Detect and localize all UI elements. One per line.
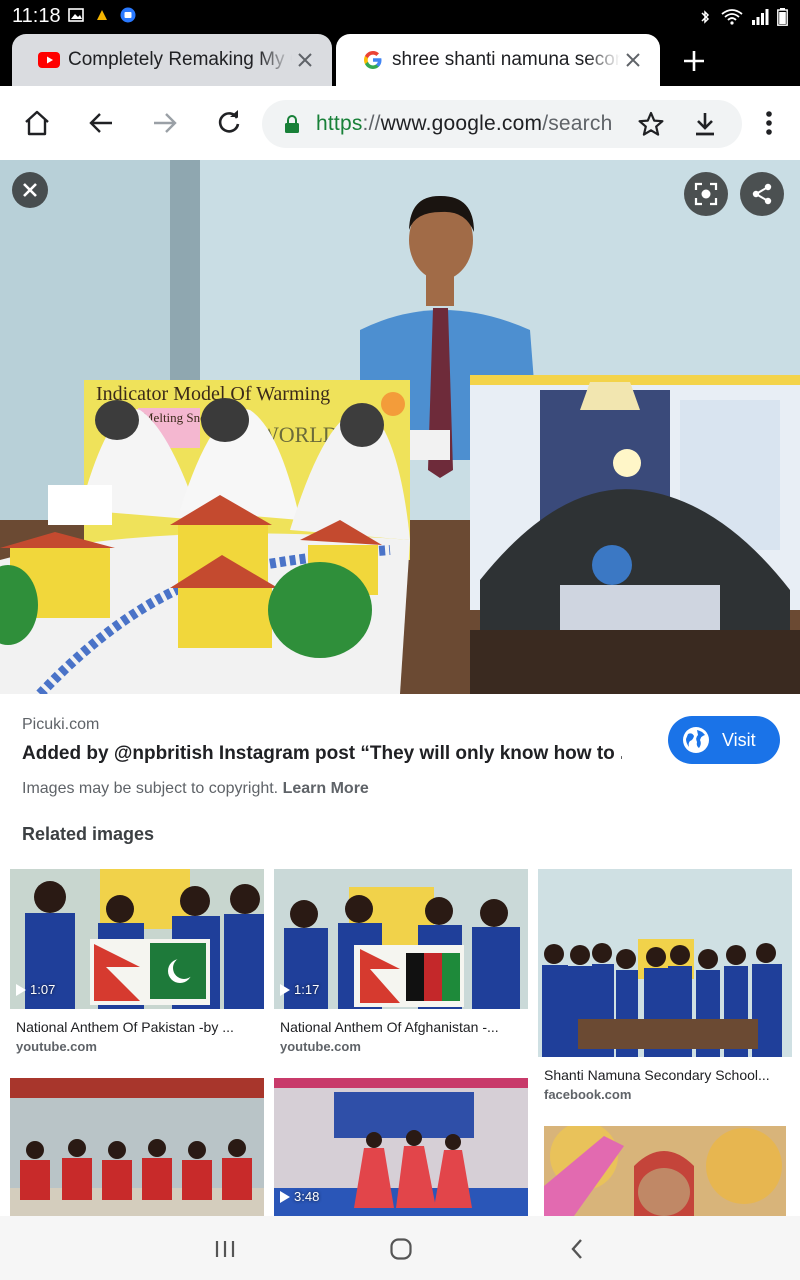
preview-photo: Indicator Model Of Warming Melting Snow … [0, 160, 800, 694]
star-icon [638, 111, 664, 136]
related-domain: youtube.com [280, 1039, 361, 1054]
url-path: /search [542, 112, 613, 135]
related-image-card[interactable]: 1:07 National Anthem Of Pakistan -by ...… [10, 869, 264, 1069]
download-button[interactable] [688, 107, 722, 141]
related-image-card[interactable] [544, 1126, 786, 1216]
related-thumbnail[interactable] [544, 1126, 786, 1216]
forward-arrow-icon [154, 113, 177, 133]
tab-google-search[interactable]: shree shanti namuna seconda [336, 34, 660, 86]
related-thumbnail[interactable]: 1:07 [10, 869, 264, 1009]
image-title[interactable]: Added by @npbritish Instagram post “They… [22, 743, 622, 765]
url-scheme: https [316, 112, 363, 135]
share-button[interactable] [740, 172, 784, 216]
close-icon [23, 183, 37, 197]
related-image-card[interactable]: 1:17 National Anthem Of Afghanistan -...… [274, 869, 528, 1069]
globe-icon [683, 727, 709, 753]
signal-icon [752, 9, 769, 25]
back-chevron-icon [571, 1239, 582, 1259]
status-right-icons [697, 8, 788, 26]
browser-toolbar: https://www.google.com/search [0, 86, 800, 160]
related-domain: youtube.com [16, 1039, 97, 1054]
google-icon [362, 49, 384, 71]
video-duration: 1:07 [16, 982, 55, 997]
learn-more-link[interactable]: Learn More [283, 780, 369, 797]
lens-icon [694, 182, 718, 206]
related-image-card[interactable]: 3:48 [274, 1078, 528, 1216]
wifi-icon [721, 9, 743, 25]
recent-apps-button[interactable] [205, 1234, 245, 1264]
related-thumbnail[interactable]: 3:48 [274, 1078, 528, 1216]
related-title: Shanti Namuna Secondary School... [544, 1067, 770, 1083]
related-thumbnail[interactable] [10, 1078, 264, 1216]
visit-button[interactable]: Visit [668, 716, 780, 764]
related-thumbnail[interactable]: 1:17 [274, 869, 528, 1009]
bookmark-button[interactable] [634, 107, 668, 141]
video-duration: 1:17 [280, 982, 319, 997]
plus-icon [684, 51, 704, 71]
recent-apps-icon [215, 1241, 235, 1257]
home-button[interactable] [20, 106, 54, 140]
share-icon [752, 183, 772, 205]
system-nav-bar [0, 1216, 800, 1280]
related-image-card[interactable] [10, 1078, 264, 1216]
url-text: https://www.google.com/search [316, 112, 628, 136]
video-duration: 3:48 [280, 1189, 319, 1204]
close-preview-button[interactable] [12, 172, 48, 208]
copyright-notice: Images may be subject to copyright. Lear… [22, 780, 369, 798]
image-icon [68, 8, 84, 22]
thumbnail-photo [10, 1078, 264, 1216]
thumbnail-photo [538, 869, 792, 1057]
home-icon [25, 110, 49, 136]
related-image-card[interactable]: Shanti Namuna Secondary School... facebo… [538, 869, 792, 1109]
related-domain: facebook.com [544, 1087, 632, 1102]
image-preview[interactable]: Indicator Model Of Warming Melting Snow … [0, 160, 800, 694]
new-tab-button[interactable] [676, 46, 712, 76]
source-domain[interactable]: Picuki.com [22, 716, 99, 734]
tab-strip: Completely Remaking My Ga shree shanti n… [0, 34, 800, 86]
status-bar: 11:18 [0, 0, 800, 34]
status-left-icons [68, 7, 136, 23]
copyright-text: Images may be subject to copyright. [22, 780, 279, 797]
home-nav-button[interactable] [381, 1234, 421, 1264]
overflow-menu-button[interactable] [752, 106, 786, 140]
forward-button[interactable] [148, 106, 182, 140]
bluetooth-icon [701, 10, 710, 24]
tab-title: shree shanti namuna seconda [392, 49, 620, 70]
close-icon[interactable] [292, 47, 318, 73]
reload-icon [218, 110, 240, 133]
lens-button[interactable] [684, 172, 728, 216]
play-icon [16, 983, 26, 996]
play-icon [280, 1190, 290, 1203]
tab-youtube[interactable]: Completely Remaking My Ga [12, 34, 332, 86]
notification-icon [97, 10, 107, 20]
play-icon [280, 983, 290, 996]
close-icon[interactable] [620, 47, 646, 73]
back-arrow-icon [89, 113, 112, 133]
tab-title: Completely Remaking My Ga [68, 49, 292, 70]
battery-icon [777, 8, 788, 26]
duration-text: 1:17 [294, 982, 320, 997]
download-icon [696, 113, 714, 136]
reload-button[interactable] [212, 106, 246, 140]
lock-icon [285, 115, 299, 133]
related-thumbnail[interactable] [538, 869, 792, 1057]
back-button[interactable] [84, 106, 118, 140]
url-separator: :// [362, 112, 381, 135]
youtube-icon [38, 49, 60, 71]
duration-text: 3:48 [294, 1189, 320, 1204]
back-nav-button[interactable] [557, 1234, 597, 1264]
app-icon [120, 7, 136, 23]
url-host: www.google.com [380, 112, 543, 135]
visit-label: Visit [722, 729, 756, 750]
related-title: National Anthem Of Afghanistan -... [280, 1019, 499, 1035]
related-images-heading: Related images [22, 824, 155, 844]
duration-text: 1:07 [30, 982, 56, 997]
related-title: National Anthem Of Pakistan -by ... [16, 1019, 234, 1035]
status-time: 11:18 [12, 5, 61, 27]
address-bar[interactable]: https://www.google.com/search [262, 100, 742, 148]
home-circle-icon [390, 1238, 412, 1260]
thumbnail-photo [544, 1126, 786, 1216]
more-vert-icon [766, 111, 772, 135]
